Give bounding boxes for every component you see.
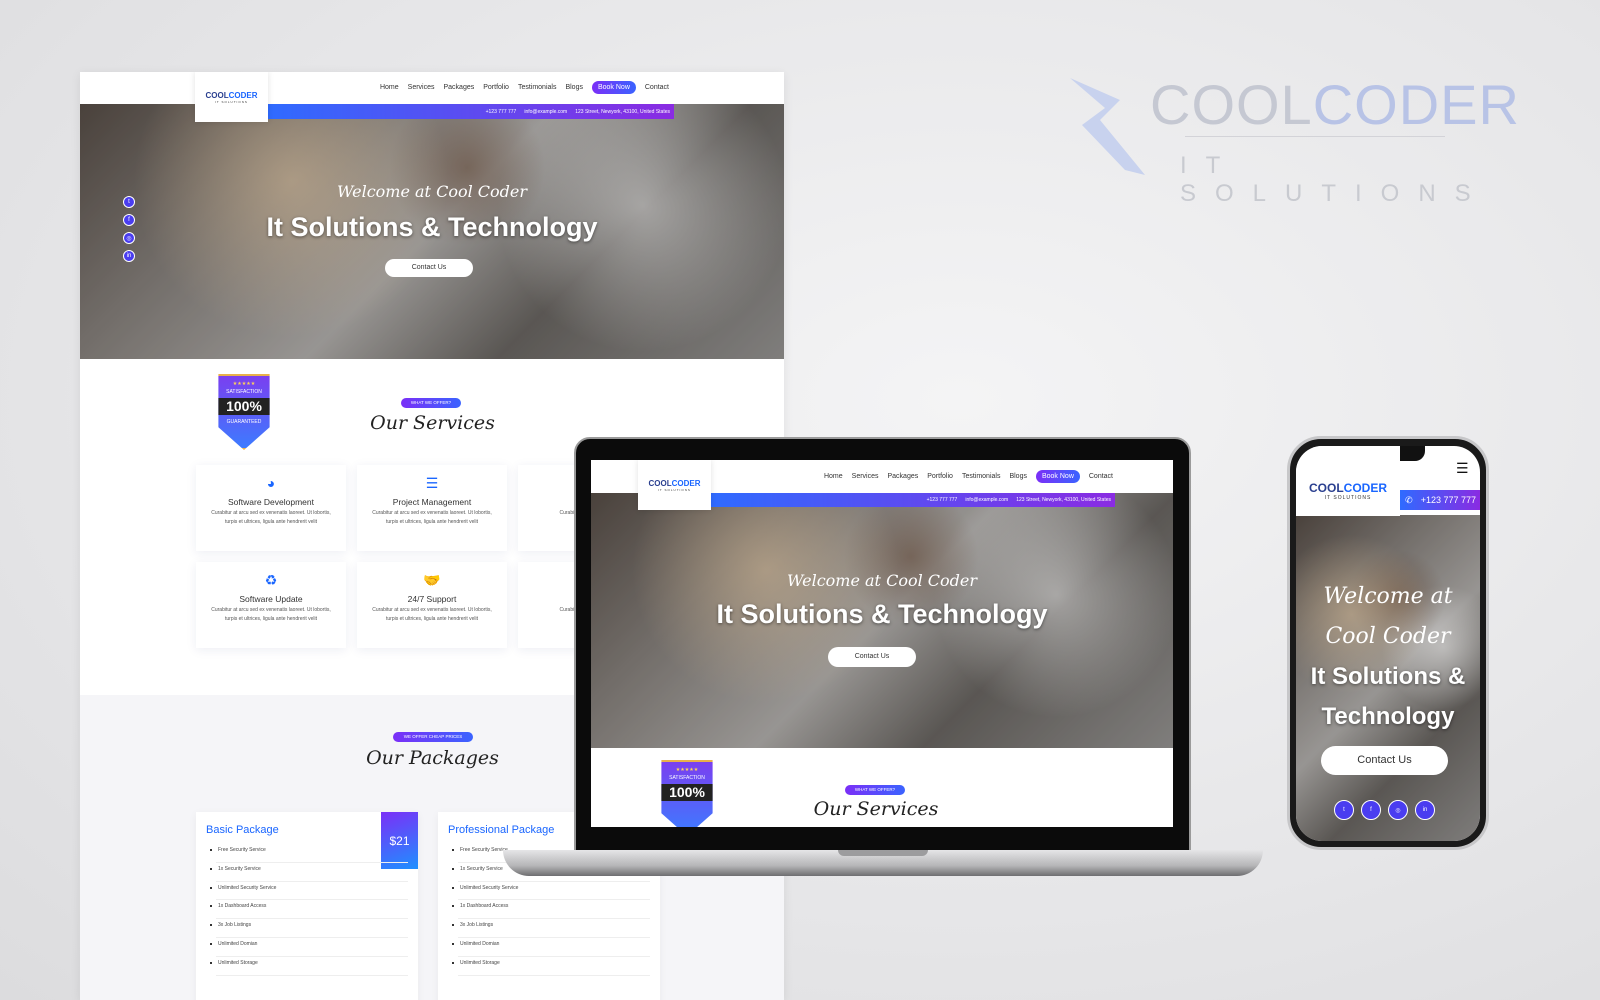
- nav-contact[interactable]: Contact: [1089, 473, 1113, 480]
- phone-icon: ✆: [1405, 494, 1413, 505]
- contact-us-button[interactable]: Contact Us: [1321, 746, 1448, 775]
- service-card[interactable]: ♻ Software Update Curabitur at arcu sed ex…: [196, 562, 346, 648]
- contact-bar: +123 777 777 info@example.com 123 Street…: [268, 104, 674, 119]
- hero-headline: It Solutions & Technology: [266, 212, 598, 242]
- nav-blogs[interactable]: Blogs: [1009, 473, 1027, 480]
- hero-headline: It Solutions & Technology: [1310, 663, 1466, 730]
- brand-wordmark: COOLCODER: [1150, 73, 1520, 136]
- nav-blogs[interactable]: Blogs: [565, 84, 583, 91]
- server-icon: ☰: [425, 475, 439, 491]
- instagram-icon[interactable]: ◎: [123, 232, 135, 244]
- badge-stars: ★★★★★: [232, 381, 256, 387]
- main-nav: Home Services Packages Portfolio Testimo…: [380, 81, 669, 94]
- email-text[interactable]: info@example.com: [524, 109, 567, 115]
- handshake-icon: 🤝: [423, 572, 441, 588]
- contact-bar: ✆ +123 777 777: [1400, 490, 1480, 510]
- hero-welcome: Welcome at Cool Coder: [786, 571, 978, 590]
- divider: [1185, 136, 1445, 137]
- phone-display: Welcome at Cool Coder It Solutions & Tec…: [1296, 446, 1480, 841]
- linkedin-icon[interactable]: in: [1415, 800, 1435, 820]
- service-card[interactable]: ◕ Software Development Curabitur at arcu s…: [196, 465, 346, 551]
- nav-testimonials[interactable]: Testimonials: [962, 473, 1001, 480]
- service-card[interactable]: ☰ Project Management Curabitur at arcu sed…: [357, 465, 507, 551]
- services-pill: WHAT WE OFFER?: [401, 398, 461, 408]
- nav-testimonials[interactable]: Testimonials: [518, 84, 557, 91]
- satisfaction-badge: ★★★★★ SATISFACTION 100%: [661, 760, 713, 827]
- facebook-icon[interactable]: f: [123, 214, 135, 226]
- linkedin-icon[interactable]: in: [123, 250, 135, 262]
- services-title: Our Services: [813, 798, 939, 820]
- brand-tagline: IT SOLUTIONS: [1180, 152, 1490, 207]
- badge-value: 100%: [661, 784, 713, 801]
- contact-us-button[interactable]: Contact Us: [828, 647, 916, 667]
- nav-packages[interactable]: Packages: [888, 473, 919, 480]
- phone-hero: Welcome at Cool Coder It Solutions & Tec…: [1296, 515, 1480, 841]
- instagram-icon[interactable]: ◎: [1388, 800, 1408, 820]
- packages-pill: WE OFFER CHEAP PRICES: [393, 732, 473, 742]
- pie-chart-icon: ◕: [266, 475, 276, 491]
- social-links: t f ◎ in: [123, 196, 135, 262]
- hero-section: Welcome at Cool Coder It Solutions & Tec…: [80, 104, 784, 359]
- service-card[interactable]: 🤝 24/7 Support Curabitur at arcu sed ex ve…: [357, 562, 507, 648]
- laptop-nav: Home Services Packages Portfolio Testimonial…: [824, 470, 1113, 483]
- satisfaction-badge: ★★★★★ SATISFACTION 100% GUARANTEED: [218, 374, 270, 450]
- badge-stars: ★★★★★: [675, 767, 699, 773]
- phone-text[interactable]: +123 777 777: [486, 109, 517, 115]
- header: Home Services Packages Portfolio Testimo…: [80, 72, 784, 104]
- nav-home[interactable]: Home: [824, 473, 843, 480]
- services-title: Our Services: [370, 412, 495, 434]
- badge-bottom-text: GUARANTEED: [226, 419, 262, 425]
- hamburger-menu-icon[interactable]: ☰: [1456, 460, 1469, 477]
- badge-top-text: SATISFACTION: [226, 389, 262, 395]
- hero-welcome: Welcome at Cool Coder: [1323, 584, 1453, 649]
- badge-value: 100%: [218, 398, 270, 415]
- nav-home[interactable]: Home: [380, 84, 399, 91]
- services-pill: WHAT WE OFFER?: [845, 785, 905, 795]
- badge-top-text: SATISFACTION: [669, 775, 705, 781]
- contact-bar: +123 777 777 info@example.com 123 Street, …: [711, 493, 1115, 507]
- recycle-icon: ♻: [264, 572, 278, 588]
- nav-portfolio[interactable]: Portfolio: [927, 473, 953, 480]
- packages-title: Our Packages: [366, 747, 499, 769]
- hero-headline: It Solutions & Technology: [716, 599, 1048, 629]
- social-links: t f ◎ in: [1334, 800, 1435, 820]
- address-text: 123 Street, Newyork, 43100, United State…: [575, 108, 670, 115]
- nav-contact[interactable]: Contact: [645, 84, 669, 91]
- twitter-icon[interactable]: t: [123, 196, 135, 208]
- book-now-button[interactable]: Book Now: [1035, 470, 1080, 483]
- site-logo[interactable]: COOLCODER IT SOLUTIONS: [1296, 446, 1400, 516]
- laptop-hinge-notch: [838, 850, 928, 856]
- nav-services[interactable]: Services: [852, 473, 879, 480]
- site-logo[interactable]: COOLCODER IT SOLUTIONS: [195, 72, 268, 122]
- laptop-display: Home Services Packages Portfolio Testimonial…: [591, 460, 1173, 827]
- phone-text[interactable]: +123 777 777: [1421, 495, 1476, 505]
- twitter-icon[interactable]: t: [1334, 800, 1354, 820]
- site-logo[interactable]: COOLCODER IT SOLUTIONS: [638, 460, 711, 510]
- package-card-basic[interactable]: Basic Package $21 Free Security Service 1…: [196, 812, 418, 1000]
- laptop-hero: Welcome at Cool Coder It Solutions & Tec…: [591, 493, 1173, 748]
- hero-welcome: Welcome at Cool Coder: [336, 182, 528, 201]
- contact-us-button[interactable]: Contact Us: [385, 259, 473, 277]
- book-now-button[interactable]: Book Now: [591, 81, 636, 94]
- nav-services[interactable]: Services: [408, 84, 435, 91]
- nav-packages[interactable]: Packages: [444, 84, 475, 91]
- facebook-icon[interactable]: f: [1361, 800, 1381, 820]
- nav-portfolio[interactable]: Portfolio: [483, 84, 509, 91]
- background-brand-logo: COOLCODER IT SOLUTIONS: [1070, 70, 1519, 207]
